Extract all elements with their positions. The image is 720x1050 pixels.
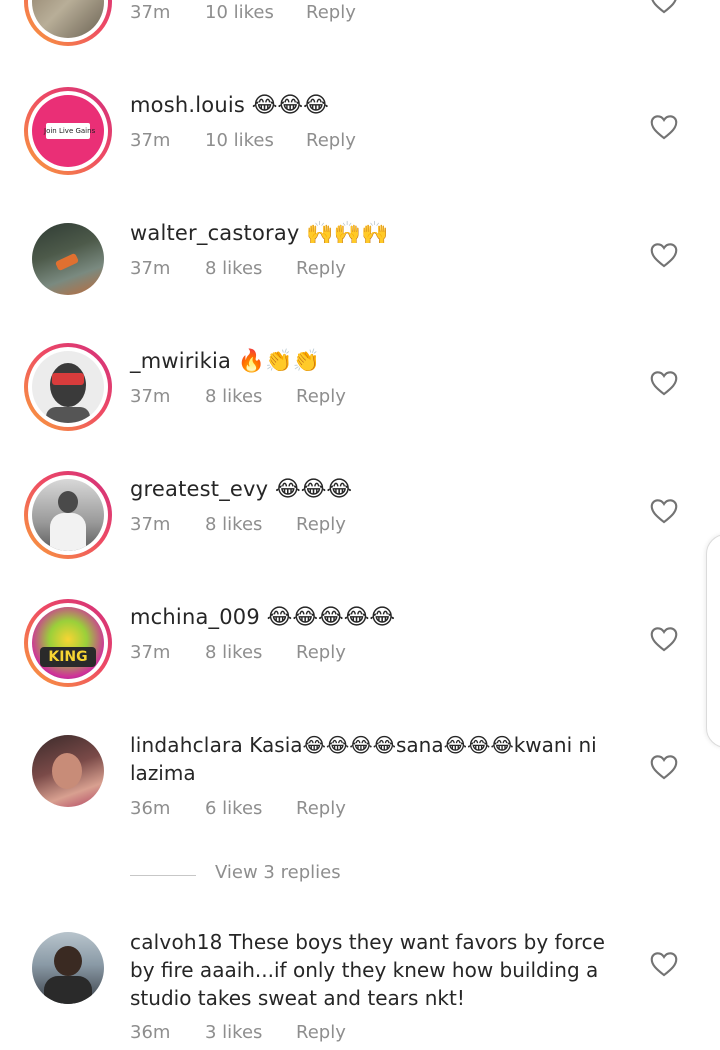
avatar[interactable] (24, 0, 112, 46)
reply-button[interactable]: Reply (296, 642, 346, 663)
comment-username[interactable]: lindahclara (130, 733, 243, 757)
avatar[interactable]: Join Live Gains (24, 87, 112, 175)
reply-button[interactable]: Reply (296, 258, 346, 279)
reply-button[interactable]: Reply (296, 386, 346, 407)
comment-text: 🔥👏👏 (237, 349, 320, 374)
comment-username[interactable]: calvoh18 (130, 930, 223, 954)
view-replies-label: View 3 replies (215, 862, 341, 883)
comment-username[interactable]: greatest_evy (130, 477, 268, 501)
comment-text: 🙌🙌🙌 (306, 221, 389, 246)
comment-time: 36m (130, 1022, 171, 1043)
heart-outline-icon[interactable] (650, 626, 678, 652)
comment-likes[interactable]: 8 likes (205, 258, 262, 279)
reply-button[interactable]: Reply (296, 514, 346, 535)
avatar[interactable] (24, 471, 112, 559)
avatar[interactable] (24, 215, 112, 303)
avatar[interactable] (24, 727, 112, 815)
comment-time: 37m (130, 642, 171, 663)
heart-outline-icon[interactable] (650, 370, 678, 396)
comment-time: 36m (130, 798, 171, 819)
comment-text: 😂😂😂 (251, 93, 329, 118)
comment-text: 😂😂😂😂😂 (266, 605, 396, 630)
heart-outline-icon[interactable] (650, 754, 678, 780)
comment-username[interactable]: walter_castoray (130, 221, 300, 245)
comment-time: 37m (130, 514, 171, 535)
reply-button[interactable]: Reply (306, 130, 356, 151)
comment-likes[interactable]: 6 likes (205, 798, 262, 819)
comment-text: 😂😂😂 (274, 477, 353, 502)
comment-likes[interactable]: 8 likes (205, 642, 262, 663)
avatar[interactable] (24, 343, 112, 431)
side-panel-handle[interactable] (706, 534, 720, 748)
comment-time: 37m (130, 258, 171, 279)
heart-outline-icon[interactable] (650, 0, 678, 14)
comment-time: 37m (130, 2, 171, 23)
avatar[interactable] (24, 924, 112, 1012)
comment-likes[interactable]: 3 likes (205, 1022, 262, 1043)
avatar[interactable]: KING (24, 599, 112, 687)
reply-button[interactable]: Reply (296, 798, 346, 819)
comment-username[interactable]: _mwirikia (130, 349, 231, 373)
avatar-label: Join Live Gains (44, 127, 96, 135)
divider (130, 875, 196, 876)
heart-outline-icon[interactable] (650, 114, 678, 140)
comment-username[interactable]: mchina_009 (130, 605, 260, 629)
comment-time: 37m (130, 386, 171, 407)
comment-likes[interactable]: 8 likes (205, 514, 262, 535)
reply-button[interactable]: Reply (296, 1022, 346, 1043)
avatar-label: KING (48, 649, 88, 665)
heart-outline-icon[interactable] (650, 498, 678, 524)
comment-username[interactable]: mosh.louis (130, 93, 245, 117)
comment-likes[interactable]: 8 likes (205, 386, 262, 407)
comment-time: 37m (130, 130, 171, 151)
view-replies-button[interactable]: View 3 replies (130, 862, 430, 890)
heart-outline-icon[interactable] (650, 242, 678, 268)
comment-likes[interactable]: 10 likes (205, 2, 274, 23)
comment-likes[interactable]: 10 likes (205, 130, 274, 151)
reply-button[interactable]: Reply (306, 2, 356, 23)
heart-outline-icon[interactable] (650, 951, 678, 977)
